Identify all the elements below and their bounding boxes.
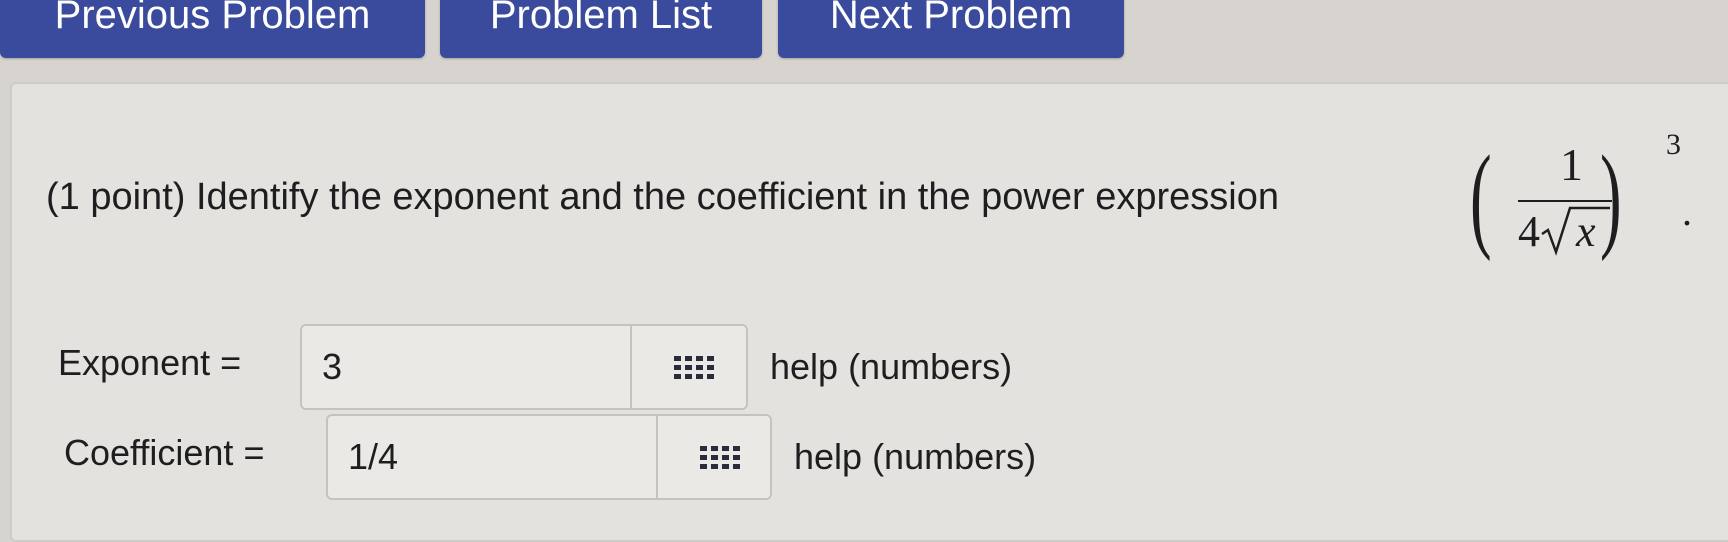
coefficient-input[interactable]: 1/4 — [326, 414, 772, 500]
fraction-bar — [1518, 200, 1612, 202]
equation-editor-icon[interactable] — [674, 356, 714, 380]
exponent-help-link[interactable]: help (numbers) — [770, 346, 1012, 388]
expression-period: . — [1682, 189, 1692, 234]
denominator-variable: x — [1576, 207, 1596, 256]
exponent-value: 3 — [322, 346, 343, 387]
exponent-label: Exponent = — [58, 342, 242, 383]
input-divider — [656, 416, 658, 498]
input-divider — [630, 326, 632, 408]
expression-power: 3 — [1666, 128, 1681, 161]
coefficient-help-link[interactable]: help (numbers) — [794, 436, 1036, 478]
problem-list-button[interactable]: Problem List — [440, 0, 762, 58]
denominator-coefficient: 4 — [1518, 207, 1540, 256]
problem-statement: (1 point) Identify the exponent and the … — [46, 176, 1279, 218]
exponent-input[interactable]: 3 — [300, 324, 748, 410]
left-parenthesis: ( — [1470, 131, 1492, 262]
right-parenthesis: ) — [1600, 131, 1622, 262]
coefficient-value: 1/4 — [348, 436, 399, 477]
fraction-numerator: 1 — [1560, 139, 1583, 190]
previous-problem-button[interactable]: Previous Problem — [0, 0, 425, 58]
next-problem-button[interactable]: Next Problem — [778, 0, 1124, 58]
power-expression: ( 1 4 x ) 3 . — [1470, 128, 1710, 268]
equation-editor-icon[interactable] — [700, 446, 740, 470]
coefficient-label: Coefficient = — [64, 432, 265, 473]
